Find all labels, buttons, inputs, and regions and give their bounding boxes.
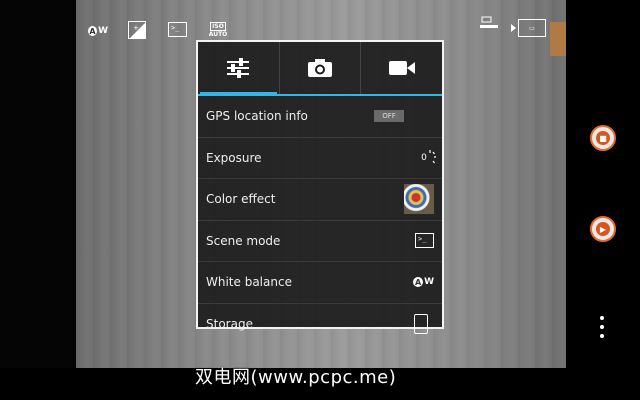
wb-auto-badge: A [88,26,98,36]
wb-auto-icon: AW [413,277,434,288]
exposure-dial-icon [429,149,436,164]
settings-list: GPS location info OFF Exposure 0 Color e… [198,96,442,344]
camera-icon [308,59,332,77]
photo-shutter-button[interactable]: ■ [590,125,616,151]
switch-arrow-icon [511,24,516,32]
wb-auto-icon[interactable]: AW [88,24,108,38]
setting-exposure[interactable]: Exposure 0 [198,138,442,179]
video-shutter-icon: ▶ [596,222,610,236]
watermark: 双电网(www.pcpc.me) [195,367,397,388]
color-effect-thumbnail [404,184,434,215]
exposure-indicator: 0 [414,148,436,168]
right-control-bar [566,0,640,368]
switch-camera-icon[interactable]: ▭ [511,18,547,38]
setting-label: Color effect [206,192,276,207]
settings-sliders-icon [227,58,250,78]
overflow-menu-icon[interactable] [598,316,606,338]
setting-color-effect[interactable]: Color effect [198,179,442,221]
scene-mode-icon[interactable]: >_ [168,22,187,37]
scene-mode-icon: >_ [415,233,434,249]
gps-toggle[interactable]: OFF [374,110,404,123]
setting-gps-location[interactable]: GPS location info OFF [198,96,442,138]
setting-storage[interactable]: Storage [198,304,442,345]
setting-scene-mode[interactable]: Scene mode >_ [198,221,442,262]
storage-device-icon [414,313,428,334]
setting-label: GPS location info [206,109,308,124]
tab-general-settings[interactable] [198,42,279,96]
iso-auto-icon[interactable]: ISO AUTO [208,21,228,39]
picture-size-icon[interactable] [478,15,500,33]
viewfinder-object [550,22,566,56]
camera-shutter-icon: ■ [596,131,610,145]
tab-video-settings[interactable] [360,42,442,94]
setting-label: Exposure [206,150,262,165]
setting-label: White balance [206,275,292,290]
exposure-icon[interactable]: + [128,21,146,39]
tab-camera-settings[interactable] [278,42,361,94]
setting-white-balance[interactable]: White balance AW [198,262,442,304]
video-camera-icon [388,61,415,75]
switch-camera-box: ▭ [518,19,546,37]
left-bar [0,0,76,368]
settings-tabs [198,42,442,96]
svg-text:+: + [133,24,139,32]
video-shutter-button[interactable]: ▶ [590,216,616,242]
setting-label: Storage [206,316,253,331]
setting-label: Scene mode [206,233,281,248]
settings-panel: GPS location info OFF Exposure 0 Color e… [196,40,444,334]
